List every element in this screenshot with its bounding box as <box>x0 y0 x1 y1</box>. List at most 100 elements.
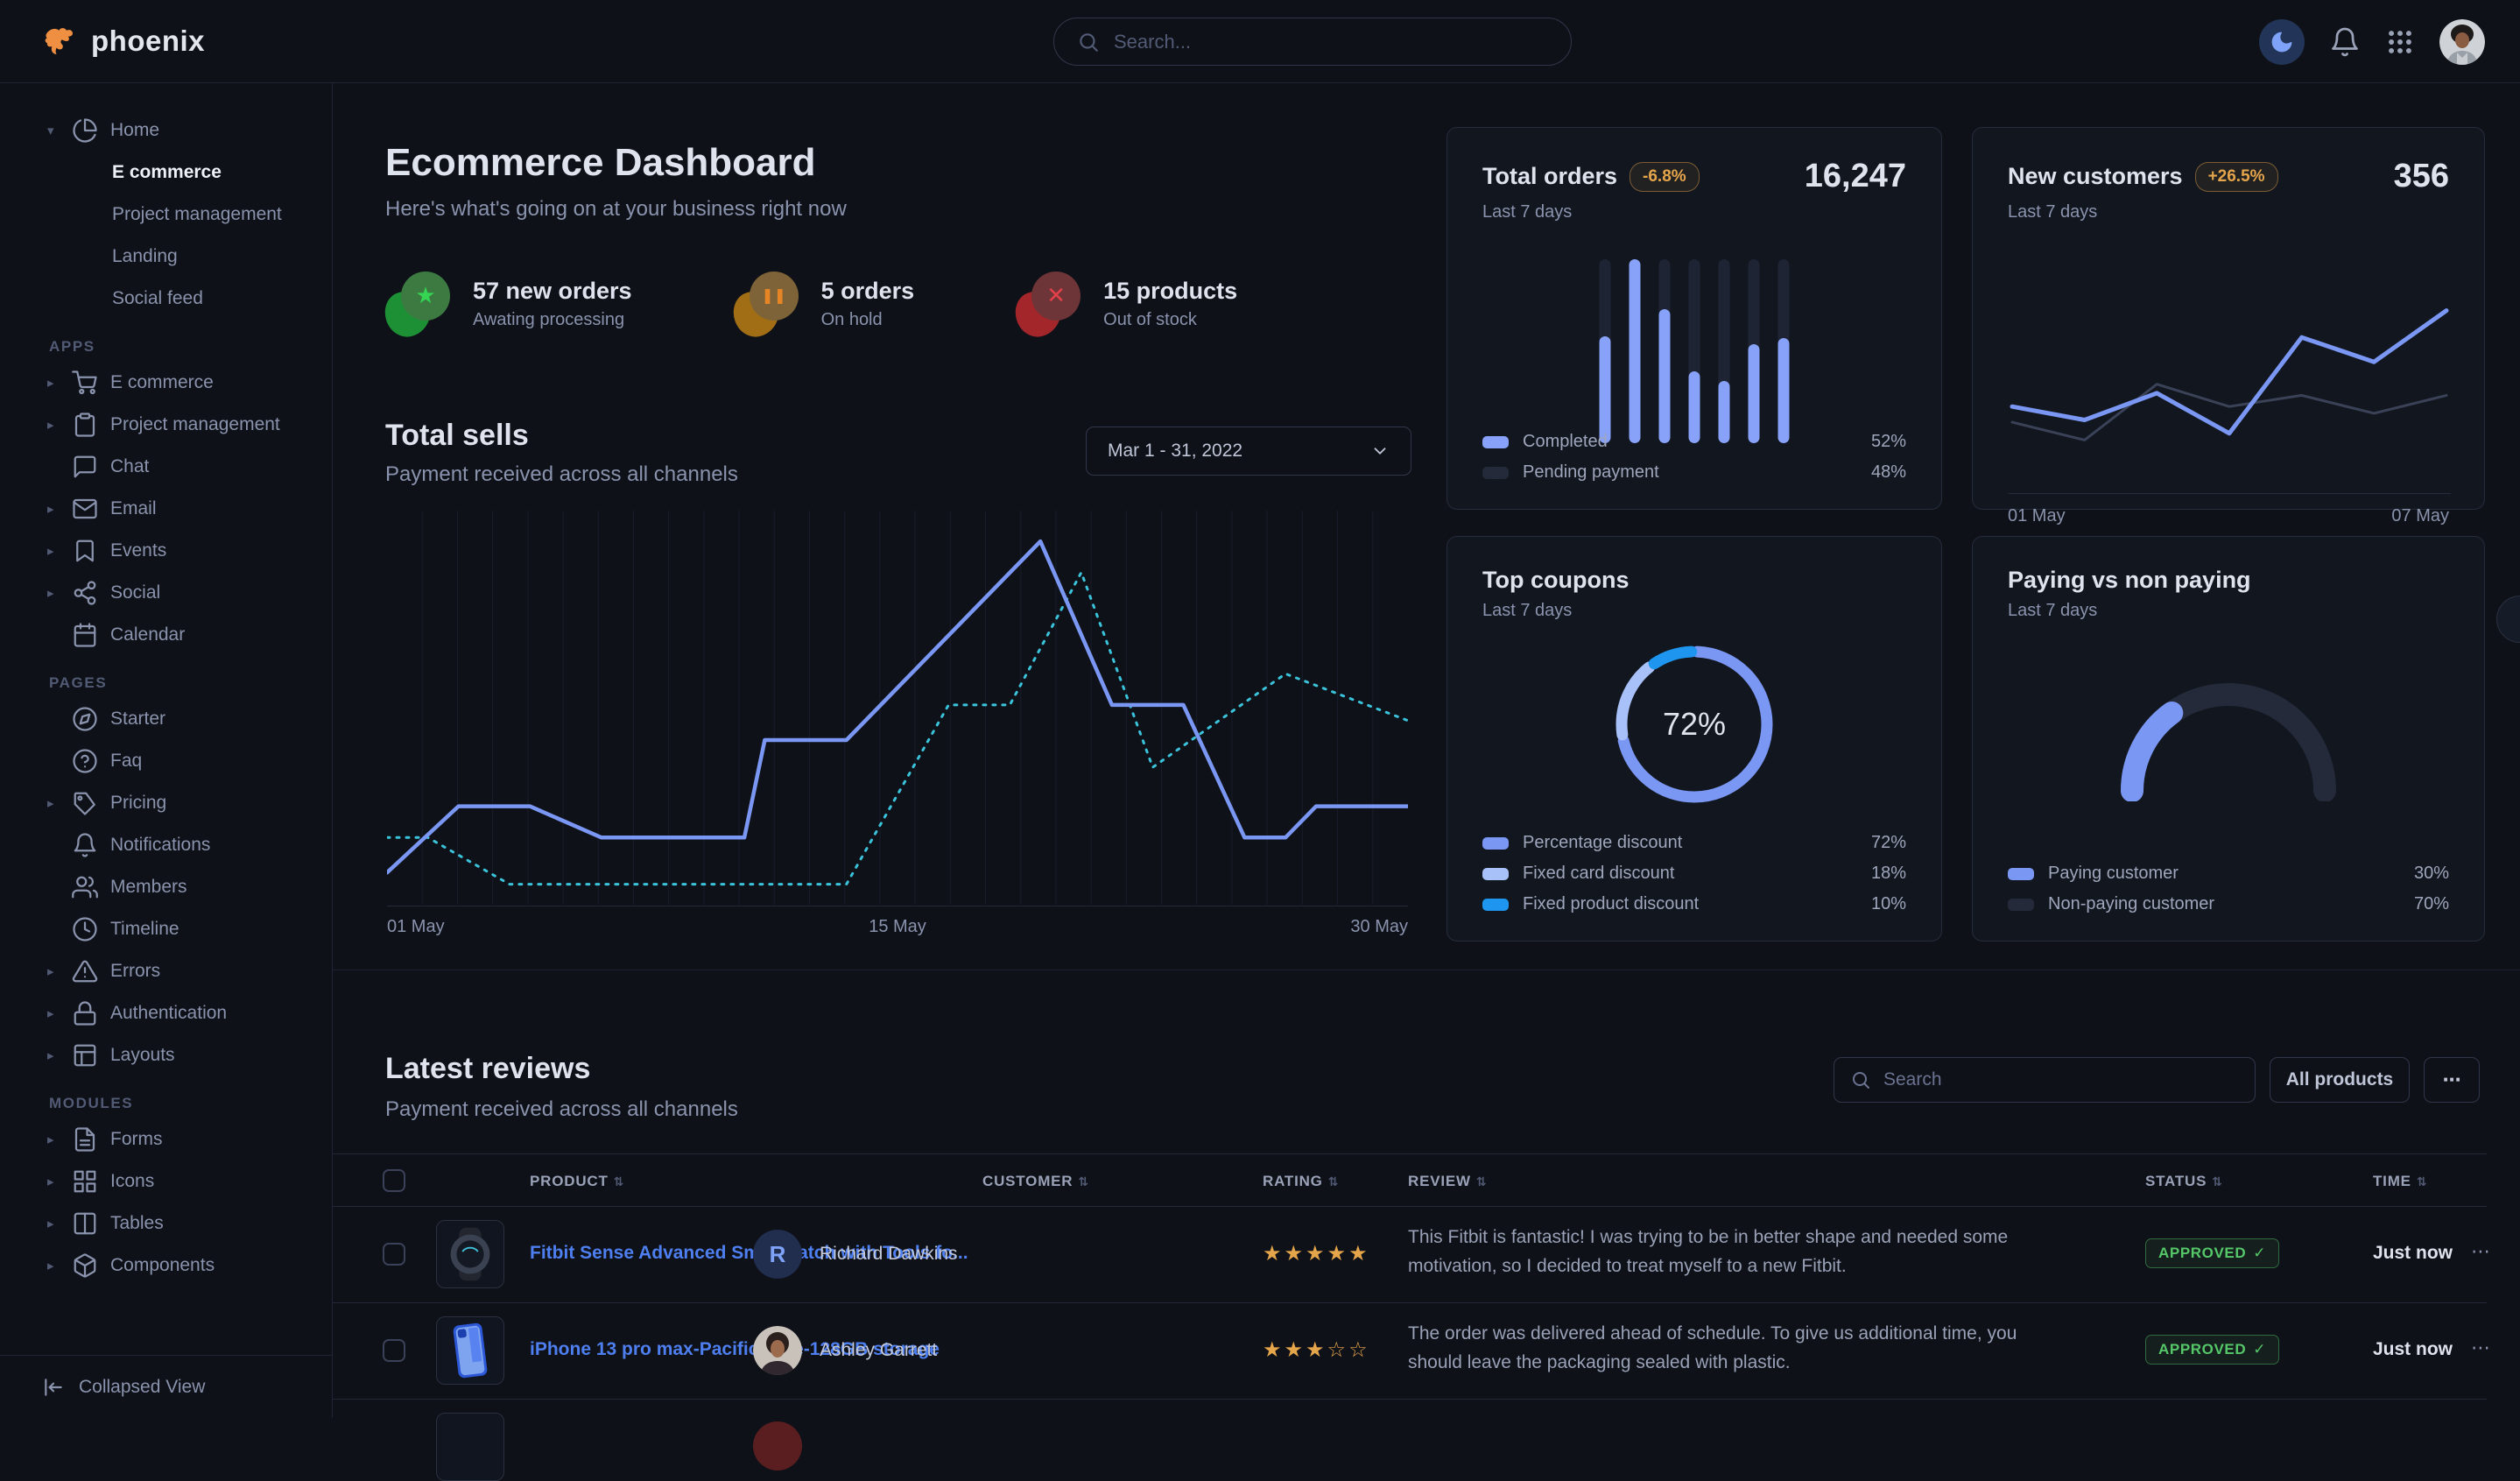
order-bar <box>1630 259 1641 443</box>
top-coupons-card: Top coupons Last 7 days 72% Percentage d… <box>1447 536 1942 941</box>
column-header-customer[interactable]: CUSTOMER⇅ <box>982 1173 1089 1190</box>
date-range-select[interactable]: Mar 1 - 31, 2022 <box>1086 427 1411 476</box>
sidebar-item-project-management[interactable]: ▸ Project management <box>0 404 332 446</box>
sidebar-item-calendar[interactable]: Calendar <box>0 614 332 656</box>
review-text: This Fitbit is fantastic! I was trying t… <box>1408 1224 2021 1280</box>
users-icon <box>72 874 98 900</box>
row-checkbox[interactable] <box>383 1339 405 1362</box>
sidebar-item-members[interactable]: Members <box>0 866 332 908</box>
product-thumbnail[interactable] <box>436 1220 504 1288</box>
row-more-button[interactable]: ⋯ <box>2471 1241 2490 1263</box>
sidebar-item-label: Calendar <box>110 624 185 645</box>
row-checkbox[interactable] <box>383 1243 405 1266</box>
brand-logo[interactable]: phoenix <box>42 23 205 60</box>
sidebar-item-forms[interactable]: ▸Forms <box>0 1118 332 1160</box>
sidebar-item-events[interactable]: ▸Events <box>0 530 332 572</box>
column-header-status[interactable]: STATUS⇅ <box>2145 1173 2223 1190</box>
sidebar-item-tables[interactable]: ▸Tables <box>0 1202 332 1245</box>
legend-item: Non-paying customer70% <box>2008 894 2449 914</box>
sidebar-item-authentication[interactable]: ▸Authentication <box>0 992 332 1034</box>
row-more-button[interactable]: ⋯ <box>2471 1337 2490 1359</box>
reviews-search-input[interactable] <box>1883 1069 2239 1090</box>
column-header-time[interactable]: TIME⇅ <box>2373 1173 2427 1190</box>
sidebar-item-pricing[interactable]: ▸Pricing <box>0 782 332 824</box>
notifications-button[interactable] <box>2329 26 2361 58</box>
column-header-review[interactable]: REVIEW⇅ <box>1408 1173 1487 1190</box>
new-customers-value: 356 <box>2394 158 2449 195</box>
sidebar-item-email[interactable]: ▸Email <box>0 488 332 530</box>
total-orders-bar-chart <box>1600 259 1790 443</box>
sidebar-item-layouts[interactable]: ▸Layouts <box>0 1034 332 1076</box>
sidebar-item-label: Project management <box>110 414 280 435</box>
sidebar-item-faq[interactable]: Faq <box>0 740 332 782</box>
caret-right-icon: ▸ <box>47 543 60 559</box>
sidebar-subitem-social-feed[interactable]: Social feed <box>0 278 332 320</box>
sidebar-subitem-e-commerce[interactable]: E commerce <box>0 152 332 194</box>
order-bar <box>1659 259 1671 443</box>
status-label: APPROVED <box>2158 1341 2246 1358</box>
apps-menu-button[interactable] <box>2385 27 2415 57</box>
sidebar-subitem-project-management[interactable]: Project management <box>0 194 332 236</box>
latest-reviews-title: Latest reviews <box>385 1052 590 1086</box>
legend-value: 30% <box>2414 864 2449 884</box>
sidebar-subitem-landing[interactable]: Landing <box>0 236 332 278</box>
sidebar-item-errors[interactable]: ▸Errors <box>0 950 332 992</box>
global-search[interactable] <box>1053 18 1572 66</box>
sidebar-item-timeline[interactable]: Timeline <box>0 908 332 950</box>
more-options-button[interactable]: ⋯ <box>2424 1057 2480 1103</box>
sidebar-item-chat[interactable]: Chat <box>0 446 332 488</box>
sidebar-item-social[interactable]: ▸Social <box>0 572 332 614</box>
order-bar <box>1778 259 1790 443</box>
sidebar-item-notifications[interactable]: Notifications <box>0 824 332 866</box>
sort-icon: ⇅ <box>614 1175 625 1189</box>
legend-item: Fixed product discount10% <box>1482 894 1906 914</box>
caret-right-icon: ▸ <box>47 585 60 601</box>
customer-cell: RRichard Dawkins <box>753 1230 958 1279</box>
legend-label: Paying customer <box>2048 864 2179 884</box>
sort-icon: ⇅ <box>1078 1175 1089 1189</box>
layout-icon <box>72 1042 98 1068</box>
user-avatar[interactable] <box>2439 19 2485 65</box>
top-coupons-donut-chart: 72% <box>1610 640 1778 808</box>
legend-value: 52% <box>1871 432 1906 452</box>
sidebar-item-label: Components <box>110 1255 215 1276</box>
top-navbar: phoenix <box>0 0 2520 83</box>
sidebar-item-starter[interactable]: Starter <box>0 698 332 740</box>
sidebar-item-label: Errors <box>110 961 160 982</box>
theme-toggle-button[interactable] <box>2259 19 2305 65</box>
legend-value: 48% <box>1871 462 1906 483</box>
all-products-button[interactable]: All products <box>2270 1057 2410 1103</box>
collapse-icon <box>42 1376 65 1399</box>
sidebar-item-label: Notifications <box>110 835 210 856</box>
caret-right-icon: ▸ <box>47 417 60 433</box>
x-stat-icon: ✕ <box>1016 272 1081 336</box>
product-thumbnail[interactable] <box>436 1316 504 1385</box>
columns-icon <box>72 1210 98 1237</box>
sort-icon: ⇅ <box>2212 1175 2223 1189</box>
new-customers-card: New customers +26.5% 356 Last 7 days 01 … <box>1972 127 2485 510</box>
column-header-product[interactable]: PRODUCT⇅ <box>530 1173 624 1190</box>
customize-fab-button[interactable] <box>2496 596 2520 643</box>
status-badge: APPROVED✓ <box>2145 1335 2279 1365</box>
sidebar-item-label: Chat <box>110 456 149 477</box>
collapsed-view-toggle[interactable]: Collapsed View <box>0 1355 332 1418</box>
tag-icon <box>72 790 98 816</box>
caret-right-icon: ▸ <box>47 1174 60 1189</box>
sidebar-item-icons[interactable]: ▸Icons <box>0 1160 332 1202</box>
legend-item: Percentage discount72% <box>1482 833 1906 853</box>
product-thumbnail <box>436 1413 504 1481</box>
avatar <box>753 1326 802 1375</box>
sidebar-item-components[interactable]: ▸Components <box>0 1245 332 1287</box>
legend-label: Fixed product discount <box>1523 894 1699 914</box>
sidebar-item-home[interactable]: ▾Home <box>0 109 332 152</box>
sidebar-item-e-commerce[interactable]: ▸E commerce <box>0 362 332 404</box>
paying-period: Last 7 days <box>2008 601 2449 621</box>
global-search-input[interactable] <box>1114 31 1548 53</box>
total-sells-title: Total sells <box>385 419 529 453</box>
stat-on-hold: ❚❚5 ordersOn hold <box>734 272 915 336</box>
column-header-rating[interactable]: RATING⇅ <box>1263 1173 1339 1190</box>
reviews-search[interactable] <box>1834 1057 2256 1103</box>
status-label: APPROVED <box>2158 1245 2246 1262</box>
select-all-checkbox[interactable] <box>383 1169 405 1192</box>
legend-item: Completed52% <box>1482 432 1906 452</box>
